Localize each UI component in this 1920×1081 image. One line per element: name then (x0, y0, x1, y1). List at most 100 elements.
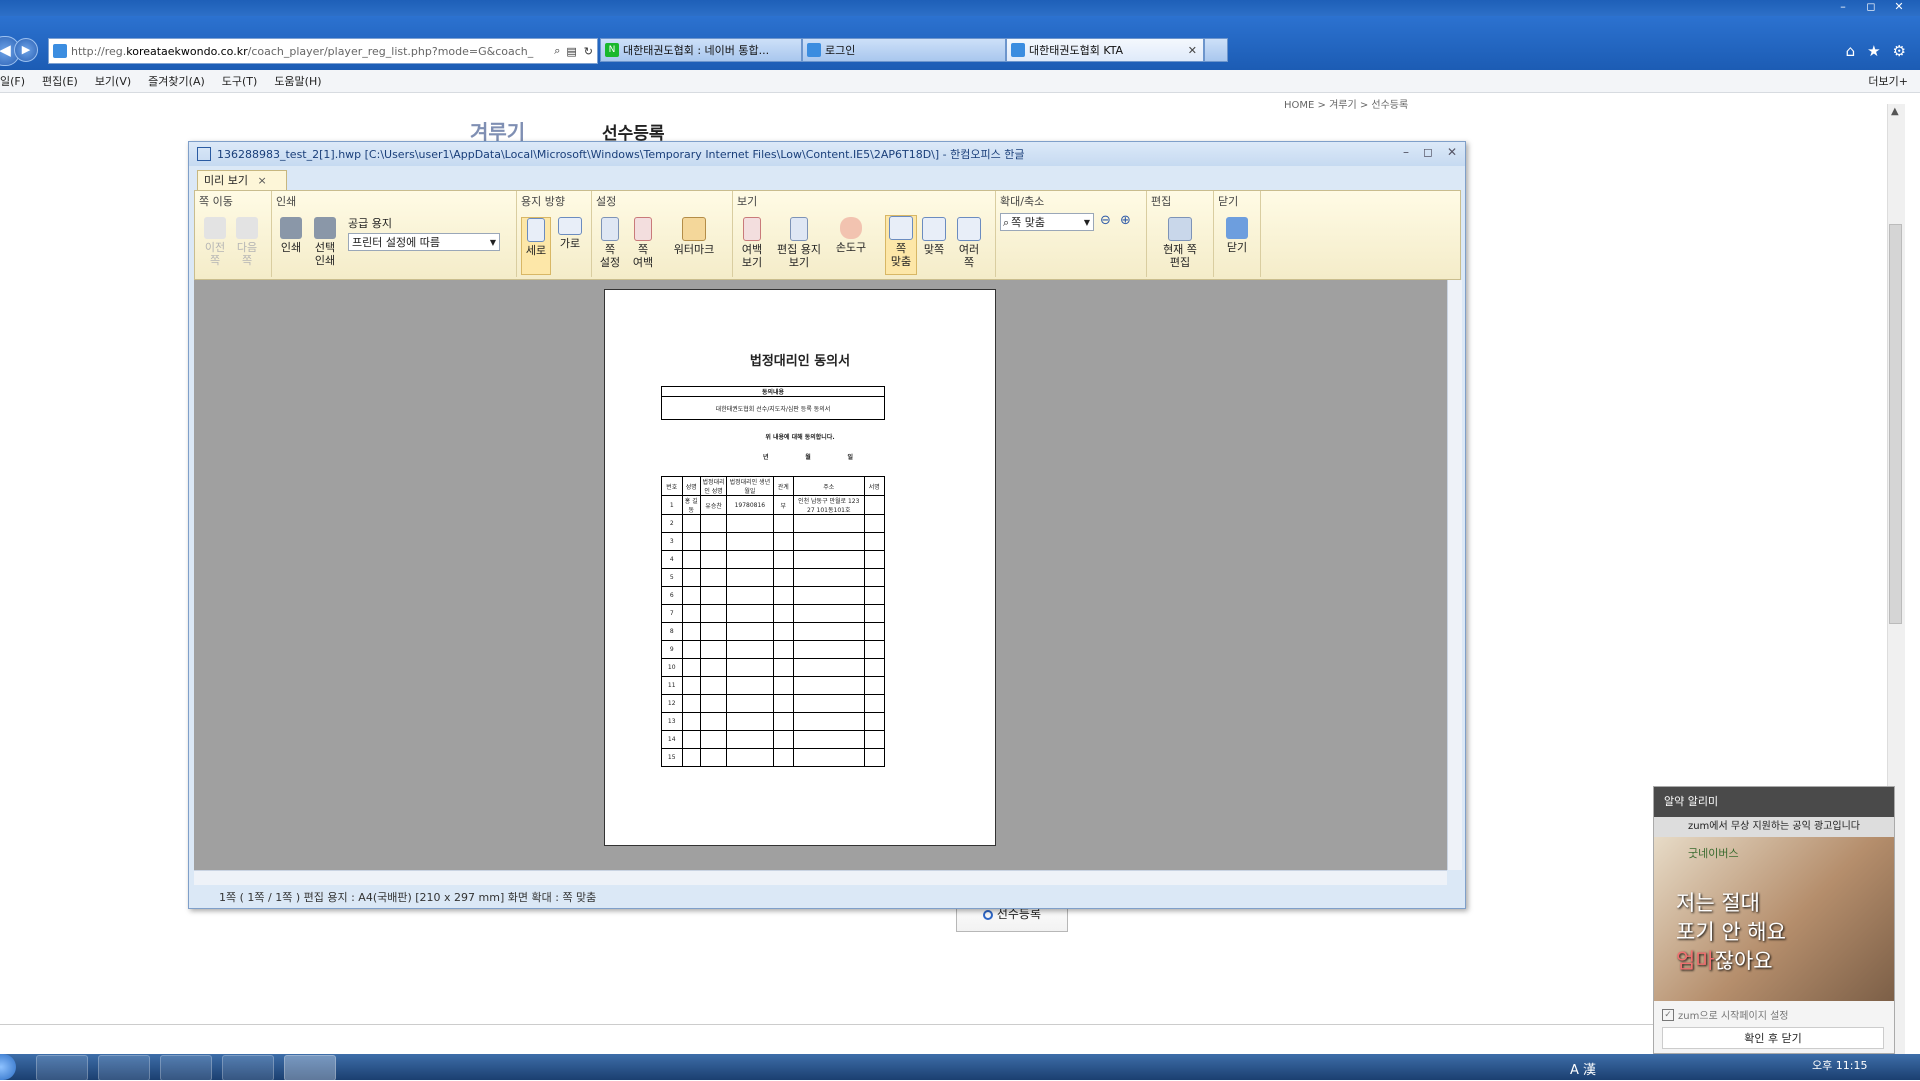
close-tab-icon[interactable]: × (257, 174, 266, 187)
page-setup-button[interactable]: 쪽 설정 (596, 217, 624, 269)
close-tab-icon[interactable]: ✕ (1188, 44, 1203, 57)
zoom-out-icon[interactable]: ⊖ (1100, 213, 1111, 228)
zoom-select[interactable]: ⌕ 쪽 맞춤 ▼ (1000, 213, 1094, 231)
group-label: 보기 (737, 195, 758, 208)
menu-view[interactable]: 보기(V) (95, 73, 131, 89)
close-preview-button[interactable]: 닫기 (1220, 217, 1254, 254)
home-icon[interactable]: ⌂ (1846, 42, 1856, 60)
table-row: 4 (661, 550, 886, 569)
app2-taskbar-icon[interactable] (222, 1055, 274, 1081)
forward-button[interactable]: ▶ (14, 38, 38, 62)
arrow-left-icon (204, 217, 226, 239)
consent-box-text: 대한태권도협회 선수/지도자/심판 등록 동의서 (661, 396, 885, 420)
menu-help[interactable]: 도움말(H) (274, 73, 321, 89)
group-page-move: 쪽 이동 이전 쪽 다음 쪽 (195, 191, 272, 277)
fit-page-button[interactable]: 쪽 맞춤 (885, 215, 917, 275)
ime-indicator[interactable]: A 漢 (1570, 1059, 1596, 1078)
minimize-button[interactable]: – (1830, 0, 1856, 15)
multi-page-button[interactable]: 여러 쪽 (953, 217, 985, 269)
vertical-scrollbar[interactable] (1447, 280, 1462, 870)
compat-view-icon[interactable]: ▤ (563, 45, 579, 58)
ad-image[interactable]: 굿네이버스 저는 절대 포기 안 해요 엄마잖아요 (1654, 837, 1894, 1001)
portrait-icon (527, 218, 545, 242)
maximize-button[interactable]: ◻ (1858, 0, 1884, 15)
start-button[interactable] (0, 1054, 16, 1080)
consent-box: 동의내용 대한태권도협회 선수/지도자/심판 등록 동의서 (661, 386, 885, 420)
consent-box-header: 동의내용 (661, 386, 885, 397)
tab-label: 대한태권도협회 : 네이버 통합... (623, 44, 770, 57)
chevron-down-icon: ▼ (1083, 218, 1090, 227)
tray-clock[interactable]: 오후 11:15 (1812, 1057, 1867, 1073)
menu-tools[interactable]: 도구(T) (222, 73, 258, 89)
horizontal-scrollbar[interactable] (194, 870, 1447, 885)
confirm-close-button[interactable]: 확인 후 닫기 (1662, 1027, 1884, 1049)
new-tab-button[interactable] (1204, 38, 1228, 62)
table-row: 10 (661, 658, 886, 677)
close-window-button[interactable]: ✕ (1886, 0, 1912, 15)
group-label: 용지 방향 (521, 195, 565, 208)
dialog-minimize-button[interactable]: – (1403, 145, 1409, 159)
group-print: 인쇄 인쇄 선택 인쇄 공급 용지 프린터 설정에 따름 ▼ (272, 191, 517, 277)
address-bar[interactable]: http://reg.koreataekwondo.co.kr/coach_pl… (48, 38, 598, 64)
ie-taskbar-icon[interactable] (36, 1055, 88, 1081)
status-bar: 1쪽 ( 1쪽 / 1쪽 ) 편집 용지 : A4(국배판) [210 x 29… (189, 888, 1465, 908)
start-page-checkbox[interactable]: ✓ zum으로 시작페이지 설정 (1662, 1007, 1789, 1022)
group-label: 쪽 이동 (199, 195, 233, 208)
dialog-close-button[interactable]: ✕ (1447, 145, 1457, 159)
edit-current-page-button[interactable]: 현재 쪽 편집 (1153, 217, 1207, 269)
page-margin-button[interactable]: 쪽 여백 (628, 217, 658, 269)
window-title-bar: – ◻ ✕ (0, 0, 1920, 16)
table-row: 6 (661, 586, 886, 605)
menu-edit[interactable]: 편집(E) (42, 73, 78, 89)
zoom-in-icon[interactable]: ⊕ (1120, 213, 1131, 228)
menu-file[interactable]: 일(F) (0, 73, 25, 89)
ie-page-icon (807, 43, 821, 57)
refresh-icon[interactable]: ↻ (580, 45, 597, 58)
paper-source-select[interactable]: 프린터 설정에 따름 ▼ (348, 233, 500, 251)
tab-preview[interactable]: 미리 보기 × (197, 170, 287, 190)
settings-gear-icon[interactable]: ⚙ (1893, 42, 1906, 60)
magnifier-icon: ⌕ (1003, 216, 1010, 229)
menu-favorites[interactable]: 즐겨찾기(A) (148, 73, 205, 89)
favorites-star-icon[interactable]: ★ (1867, 42, 1880, 60)
tab-naver[interactable]: N 대한태권도협회 : 네이버 통합... (600, 38, 802, 62)
ie-page-icon (53, 44, 67, 58)
app-taskbar-icon[interactable] (160, 1055, 212, 1081)
fit-page-icon (889, 216, 913, 240)
breadcrumb: HOME > 겨루기 > 선수등록 (1284, 100, 1409, 111)
print-button[interactable]: 인쇄 (276, 217, 306, 254)
table-header-row: 번호 성명 법정대리인 성명 법정대리인 생년월일 관계 주소 서명 (661, 476, 886, 496)
margin-view-icon (743, 217, 761, 241)
group-label: 편집 (1151, 195, 1172, 208)
hand-tool-button[interactable]: 손도구 (831, 217, 871, 254)
table-row: 3 (661, 532, 886, 551)
table-row: 13 (661, 712, 886, 731)
table-row: 8 (661, 622, 886, 641)
document-title: 법정대리인 동의서 (749, 354, 851, 369)
exit-icon (1226, 217, 1248, 239)
margin-view-button[interactable]: 여백 보기 (737, 217, 767, 269)
group-label: 닫기 (1218, 195, 1239, 208)
tab-kta[interactable]: 대한태권도협회 KTA ✕ (1006, 38, 1204, 62)
landscape-button[interactable]: 가로 (555, 217, 585, 250)
edit-paper-icon (790, 217, 808, 241)
watermark-button[interactable]: 워터마크 (668, 217, 720, 256)
address-url[interactable]: http://reg.koreataekwondo.co.kr/coach_pl… (71, 45, 551, 58)
more-button[interactable]: 더보기+ (1868, 73, 1908, 89)
select-print-button[interactable]: 선택 인쇄 (310, 217, 340, 267)
next-page-button[interactable]: 다음 쪽 (233, 217, 261, 267)
folder-taskbar-icon[interactable] (98, 1055, 150, 1081)
portrait-button[interactable]: 세로 (521, 217, 551, 275)
watermark-icon (682, 217, 706, 241)
hwp-taskbar-icon[interactable] (284, 1055, 336, 1081)
table-row: 2 (661, 514, 886, 533)
dialog-maximize-button[interactable]: ◻ (1423, 145, 1433, 159)
edit-paper-view-button[interactable]: 편집 용지 보기 (771, 217, 827, 269)
fit-width-button[interactable]: 맞쪽 (919, 217, 949, 256)
group-label: 확대/축소 (1000, 195, 1045, 208)
print-preview-dialog: 1362889​83_test_2[1].hwp [C:\Users\user1… (188, 141, 1466, 909)
search-icon[interactable]: ⌕ (551, 44, 563, 58)
prev-page-button[interactable]: 이전 쪽 (201, 217, 229, 267)
tab-login[interactable]: 로그인 (802, 38, 1006, 62)
checkbox-icon: ✓ (1662, 1008, 1674, 1021)
